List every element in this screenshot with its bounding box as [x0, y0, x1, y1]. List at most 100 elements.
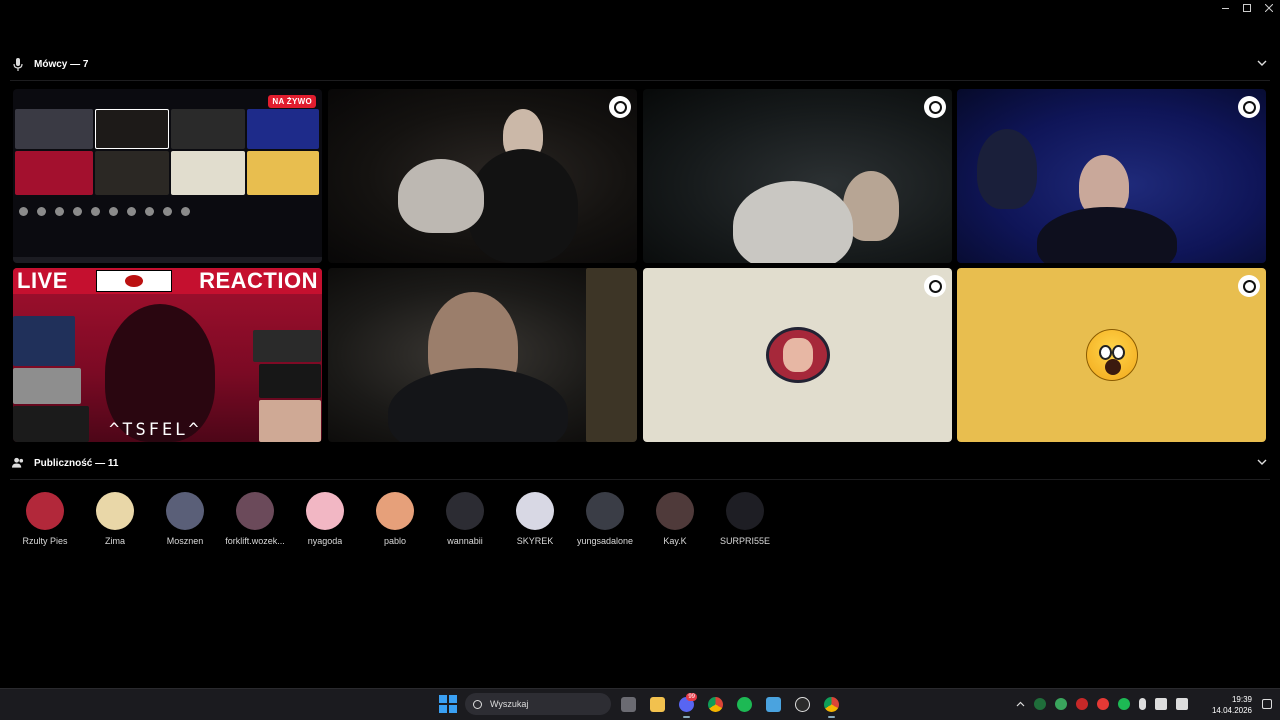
speakers-title: Mówcy — 7 [34, 58, 89, 70]
member-name: wannabii [447, 536, 483, 546]
member-name: SURPRI55E [719, 536, 771, 546]
discord-icon[interactable]: 99 [675, 693, 698, 718]
reaction-cam [253, 330, 321, 362]
audience-member[interactable]: forklift.wozek... [220, 492, 290, 546]
audience-member[interactable]: Zima [80, 492, 150, 546]
microphone-icon [12, 57, 24, 71]
person-body [468, 149, 578, 263]
chevron-down-icon[interactable] [1256, 57, 1268, 69]
clock[interactable]: 19:39 14.04.2026 [1212, 694, 1252, 716]
reaction-cam [259, 400, 321, 442]
audience-divider [10, 479, 1270, 480]
member-name: yungsadalone [576, 536, 634, 546]
audience-member[interactable]: pablo [360, 492, 430, 546]
search-placeholder: Wyszukaj [490, 699, 529, 709]
reaction-cam [13, 406, 89, 442]
notification-icon[interactable] [1262, 699, 1272, 709]
member-name: Kay.K [663, 536, 687, 546]
video-tile[interactable] [328, 89, 637, 263]
person-knees [398, 159, 484, 233]
reaction-cam [13, 368, 81, 404]
volume-icon[interactable] [1176, 698, 1188, 710]
reaction-banner: LIVE REACTION [13, 268, 322, 294]
screen-share-tile[interactable]: NA ŻYWO [13, 89, 322, 263]
video-tile[interactable] [957, 89, 1266, 263]
video-tile[interactable] [328, 268, 637, 442]
video-tile[interactable] [643, 89, 952, 263]
avatar [236, 492, 274, 530]
pin-icon[interactable] [1238, 275, 1260, 297]
member-name: Mosznen [166, 536, 204, 546]
maximize-button[interactable] [1236, 0, 1258, 16]
reaction-cam [259, 364, 321, 398]
discord-badge: 99 [686, 693, 697, 701]
avatar [166, 492, 204, 530]
audience-member[interactable]: nyagoda [290, 492, 360, 546]
spotify-icon[interactable] [733, 693, 756, 715]
tray-app-icon[interactable] [1055, 698, 1067, 710]
avatar-tile[interactable] [957, 268, 1266, 442]
avatar [306, 492, 344, 530]
reaction-cam [13, 316, 75, 366]
avatar-emblem [765, 327, 830, 383]
chevron-down-icon[interactable] [1256, 456, 1268, 468]
pin-icon[interactable] [924, 96, 946, 118]
mini-tile [95, 151, 169, 195]
users-icon [12, 456, 24, 470]
person-body [1037, 207, 1177, 263]
system-tray [1016, 698, 1188, 710]
reaction-live-label: LIVE [17, 268, 68, 293]
close-button[interactable] [1258, 0, 1280, 16]
chrome-active-icon[interactable] [820, 693, 843, 718]
windows-start-icon[interactable] [437, 693, 459, 715]
chevron-up-icon[interactable] [1016, 701, 1025, 707]
taskbar-search[interactable]: Wyszukaj [465, 693, 611, 715]
speakers-divider [10, 80, 1270, 81]
avatar [586, 492, 624, 530]
audience-member[interactable]: Kay.K [640, 492, 710, 546]
audience-member[interactable]: SURPRI55E [710, 492, 780, 546]
avatar [516, 492, 554, 530]
pin-icon[interactable] [924, 275, 946, 297]
minimize-button[interactable] [1214, 0, 1236, 16]
audience-member[interactable]: Rzulty Pies [10, 492, 80, 546]
obs-icon[interactable] [791, 693, 814, 715]
member-name: forklift.wozek... [225, 536, 285, 546]
notepad-icon[interactable] [762, 693, 785, 715]
speakers-header[interactable]: Mówcy — 7 [0, 53, 1280, 75]
window-controls [1214, 0, 1280, 16]
audience-member[interactable]: SKYREK [500, 492, 570, 546]
tray-app-icon[interactable] [1097, 698, 1109, 710]
avatar [726, 492, 764, 530]
network-icon[interactable] [1155, 698, 1167, 710]
pin-icon[interactable] [1238, 96, 1260, 118]
avatar [376, 492, 414, 530]
member-name: Zima [105, 536, 125, 546]
spotify-tray-icon[interactable] [1118, 698, 1130, 710]
mini-tile [95, 109, 169, 149]
mini-taskbar [13, 257, 322, 263]
avatar [446, 492, 484, 530]
task-view-icon[interactable] [617, 693, 640, 715]
clock-time: 19:39 [1231, 695, 1252, 704]
audience-member[interactable]: Mosznen [150, 492, 220, 546]
pin-icon[interactable] [609, 96, 631, 118]
audience-member[interactable]: yungsadalone [570, 492, 640, 546]
file-explorer-icon[interactable] [646, 693, 669, 715]
microphone-tray-icon[interactable] [1139, 698, 1146, 710]
search-icon [473, 699, 482, 709]
avatar [26, 492, 64, 530]
clock-date: 14.04.2026 [1211, 706, 1252, 715]
tray-app-icon[interactable] [1034, 698, 1046, 710]
reaction-title-label: REACTION [199, 268, 318, 293]
mini-tile [15, 109, 93, 149]
audience-member[interactable]: wannabii [430, 492, 500, 546]
chrome-icon[interactable] [704, 693, 727, 715]
close-icon [1265, 4, 1273, 12]
stream-logo [95, 270, 172, 292]
audience-header[interactable]: Publiczność — 11 [0, 452, 1280, 474]
tray-app-icon[interactable] [1076, 698, 1088, 710]
reaction-stream-tile[interactable]: LIVE REACTION ^TSFEL^ [13, 268, 322, 442]
avatar-tile[interactable] [643, 268, 952, 442]
screaming-face-icon [1085, 329, 1138, 381]
